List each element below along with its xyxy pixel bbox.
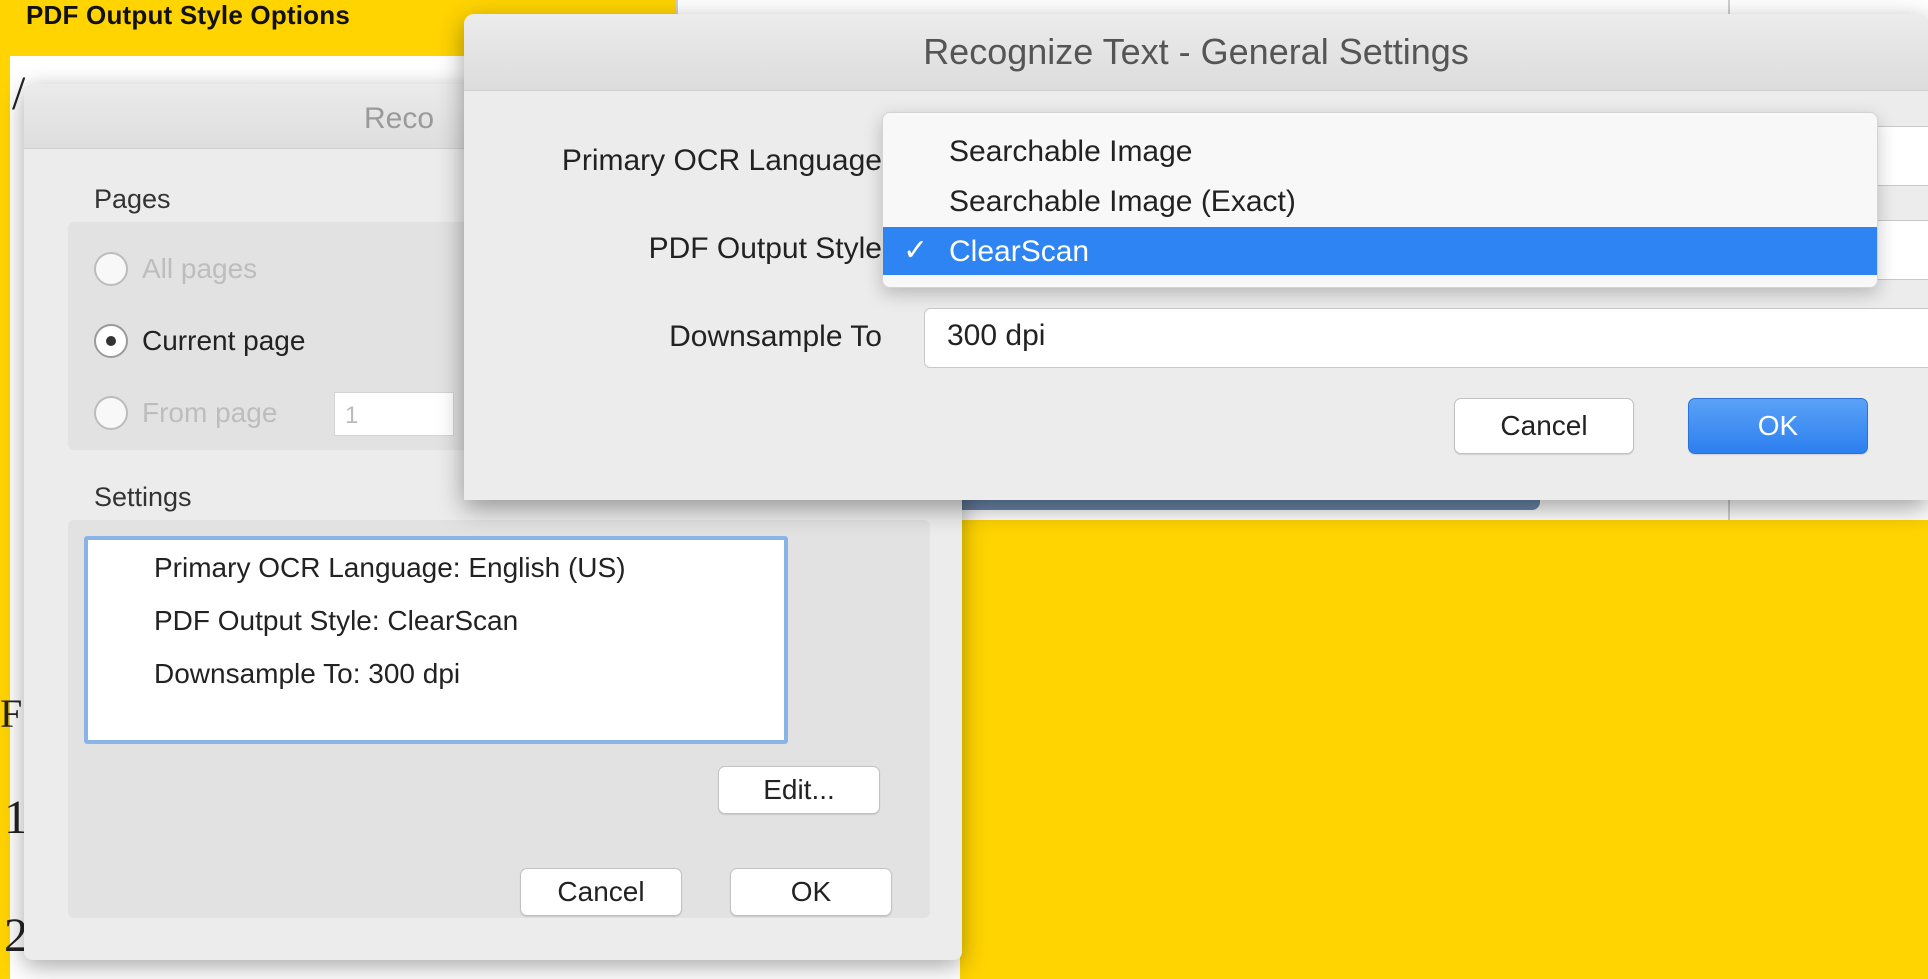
ok-button[interactable]: OK [1688,398,1868,454]
ok-button[interactable]: OK [730,868,892,916]
radio-from-page[interactable]: From page [94,396,277,430]
downsample-label: Downsample To [669,320,882,353]
radio-label: From page [142,397,278,428]
menu-item-searchable-image[interactable]: Searchable Image [883,127,1877,175]
from-page-input[interactable]: 1 [334,392,454,436]
radio-button[interactable] [94,252,128,286]
pdf-output-style-menu: Searchable Image Searchable Image (Exact… [882,112,1878,288]
radio-label: All pages [142,253,258,284]
edit-button[interactable]: Edit... [718,766,880,814]
menu-item-searchable-image-exact[interactable]: Searchable Image (Exact) [883,177,1877,225]
menu-item-clearscan[interactable]: ✓ ClearScan [883,227,1877,275]
menu-item-label: ClearScan [949,235,1090,268]
settings-item: Downsample To: 300 dpi [154,658,461,689]
downsample-popup[interactable]: 300 dpi ▴▾ [924,308,1928,368]
radio-current-page[interactable]: Current page [94,324,305,358]
radio-all-pages[interactable]: All pages [94,252,257,286]
primary-ocr-label: Primary OCR Language [561,144,882,177]
pages-section-label: Pages [94,184,171,214]
settings-item: Primary OCR Language: English (US) [154,552,626,583]
dialog-title: Reco [364,102,435,135]
settings-item: PDF Output Style: ClearScan [154,605,519,636]
page-caption: PDF Output Style Options [26,0,351,30]
downsample-value: 300 dpi [947,319,1046,352]
radio-button-selected[interactable] [94,324,128,358]
background-glyph: F [0,691,23,736]
checkmark-icon: ✓ [903,234,929,267]
cancel-button[interactable]: Cancel [520,868,682,916]
menu-item-label: Searchable Image [949,135,1193,168]
settings-section-label: Settings [94,482,192,512]
settings-summary-list: Primary OCR Language: English (US) PDF O… [84,536,788,744]
dialog-title: Recognize Text - General Settings [464,14,1928,91]
menu-item-label: Searchable Image (Exact) [949,185,1296,218]
pdf-output-style-label: PDF Output Style [648,232,882,265]
radio-label: Current page [142,325,306,356]
radio-button[interactable] [94,396,128,430]
cancel-button[interactable]: Cancel [1454,398,1634,454]
